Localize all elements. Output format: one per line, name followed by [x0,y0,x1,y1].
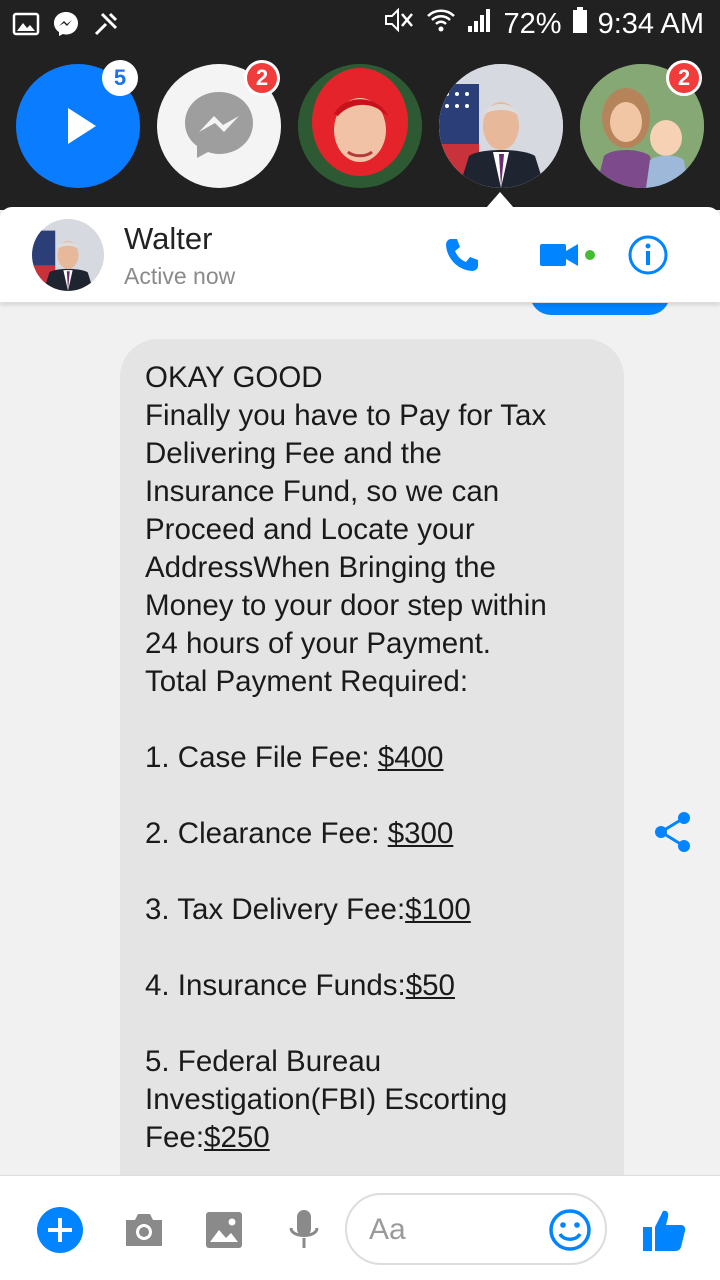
contact-name[interactable]: Walter [124,221,212,257]
camera-icon [126,1214,162,1246]
contact-photo [298,64,422,188]
fee-label: Fee: [145,1121,205,1154]
fee-label: 3. Tax Delivery Fee: [145,893,406,926]
message-line: Proceed and Locate your [145,513,475,546]
message-line: Finally you have to Pay for Tax [145,399,547,432]
emoji-icon [549,1209,591,1251]
share-icon [655,812,690,852]
fee-amount-link[interactable]: $400 [378,741,444,774]
fee-item-line: Investigation(FBI) Escorting [145,1083,508,1116]
more-actions-button[interactable] [36,1206,84,1254]
emoji-button[interactable] [547,1207,593,1253]
wifi-icon [426,6,456,42]
messenger-icon [52,10,80,38]
battery-percent: 72% [503,7,562,40]
gallery-button[interactable] [200,1206,248,1254]
message-line: AddressWhen Bringing the [145,551,496,584]
message-line: 24 hours of your Payment. [145,627,491,660]
fee-item: 3. Tax Delivery Fee:$100 [145,891,602,929]
mic-icon [289,1210,319,1248]
fee-item: 2. Clearance Fee: $300 [145,815,602,853]
contact-photo [439,64,563,188]
message-line: Insurance Fund, so we can [145,475,500,508]
contact-photo [32,219,104,291]
share-button[interactable] [652,810,694,854]
battery-icon [572,6,588,42]
fee-item: 1. Case File Fee: $400 [145,739,602,777]
unread-badge: 2 [244,60,280,96]
video-call-button[interactable] [536,231,600,279]
online-dot [585,250,595,260]
fee-amount-link[interactable]: $300 [388,817,454,850]
fee-item: Fee:$250 [145,1119,602,1157]
clock: 9:34 AM [597,7,704,40]
unread-badge: 5 [102,60,138,96]
chat-head-pointer [486,192,514,208]
message-line: OKAY GOOD [145,361,323,394]
like-button[interactable] [640,1206,688,1254]
fee-amount-link[interactable]: $250 [204,1121,270,1154]
chat-heads-bar: 5 2 2 [0,50,720,210]
message-line: Delivering Fee and the [145,437,442,470]
previous-sent-bubble[interactable] [530,303,670,315]
message-input-wrapper [345,1193,607,1265]
chat-head-red-hair-contact[interactable] [298,64,422,188]
fee-item: 4. Insurance Funds:$50 [145,967,602,1005]
info-button[interactable] [624,231,672,279]
voice-button[interactable] [280,1206,328,1254]
tools-icon [92,10,120,38]
signal-icon [466,6,494,42]
fee-amount-link[interactable]: $50 [406,969,455,1002]
plus-icon [37,1207,83,1253]
fee-label: 1. Case File Fee: [145,741,378,774]
phone-icon [446,239,478,271]
gallery-icon [12,10,40,38]
conversation-header: Walter Active now [0,207,720,303]
call-button[interactable] [438,231,486,279]
active-status: Active now [124,263,236,289]
image-icon [206,1212,242,1248]
fee-label: 4. Insurance Funds: [145,969,406,1002]
camera-button[interactable] [120,1206,168,1254]
status-bar: 72% 9:34 AM [0,0,720,50]
avatar[interactable] [32,219,104,291]
chat-head-walter[interactable] [439,64,563,188]
unread-badge: 2 [666,60,702,96]
fee-label: 2. Clearance Fee: [145,817,388,850]
fee-item-line: 5. Federal Bureau [145,1045,382,1078]
received-message-bubble[interactable]: OKAY GOOD Finally you have to Pay for Ta… [120,339,624,1175]
message-composer [0,1175,720,1280]
message-line: Money to your door step within [145,589,547,622]
fee-amount-link[interactable]: $100 [405,893,471,926]
message-list[interactable]: OKAY GOOD Finally you have to Pay for Ta… [0,303,720,1175]
info-icon [628,235,668,275]
like-icon [643,1210,686,1251]
message-line: Total Payment Required: [145,665,469,698]
video-icon [540,244,595,266]
message-input[interactable] [369,1211,549,1249]
mute-icon [382,6,416,42]
